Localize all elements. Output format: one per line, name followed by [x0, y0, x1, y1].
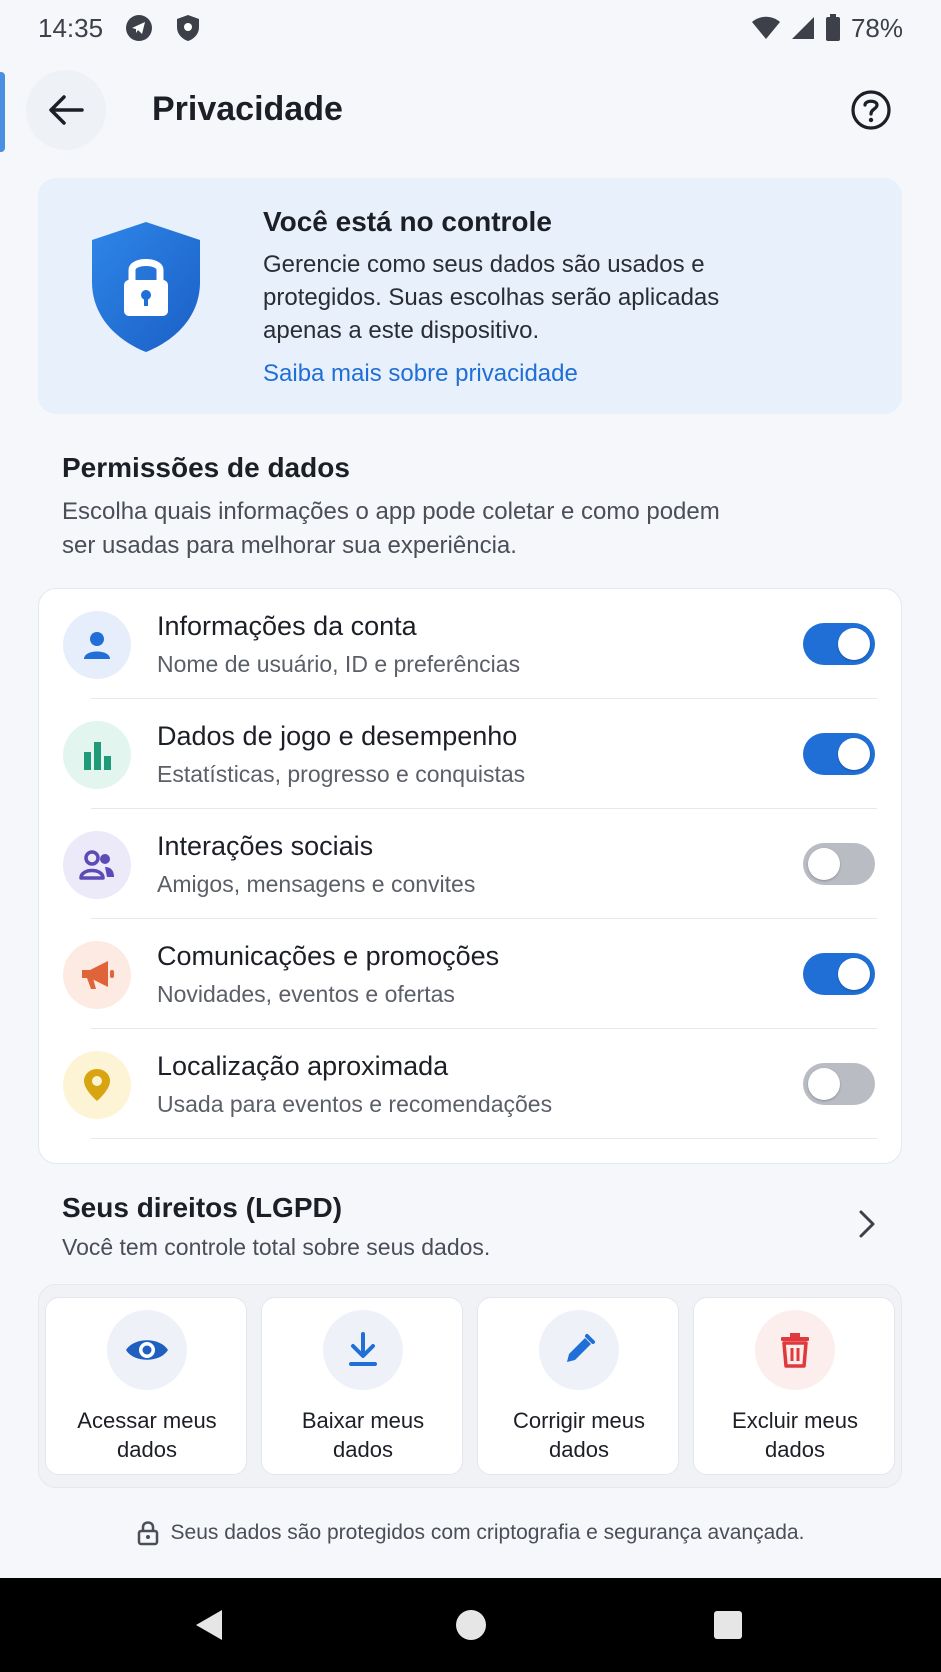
privacy-hero-card: Você está no controle Gerencie como seus… — [38, 178, 902, 414]
shield-icon — [175, 14, 201, 42]
security-note-text: Seus dados são protegidos com criptograf… — [170, 1521, 805, 1544]
app-bar: Privacidade — [0, 62, 941, 158]
social-toggle[interactable] — [803, 843, 875, 885]
status-bar: 14:35 78% — [0, 0, 941, 56]
shield-lock-icon — [92, 222, 200, 352]
access-data-button[interactable]: Acessar meus dados — [45, 1297, 247, 1475]
status-time: 14:35 — [38, 12, 104, 43]
rights-actions: Acessar meus dados Baixar meus dados Cor… — [38, 1284, 902, 1488]
permission-row-communications[interactable]: Comunicações e promoções Novidades, even… — [39, 919, 903, 1029]
action-label: Excluir meus dados — [732, 1408, 858, 1462]
nav-back-icon[interactable] — [194, 1608, 224, 1642]
page-title: Privacidade — [152, 90, 343, 128]
security-note: Seus dados são protegidos com criptograf… — [0, 1520, 941, 1546]
action-label: Acessar meus dados — [77, 1408, 217, 1462]
permission-title: Comunicações e promoções — [157, 941, 500, 971]
permission-row-location[interactable]: Localização aproximada Usada para evento… — [39, 1029, 903, 1139]
eye-icon — [107, 1310, 187, 1390]
account-toggle[interactable] — [803, 623, 875, 665]
permission-subtitle: Novidades, eventos e ofertas — [157, 981, 455, 1007]
action-label: Corrigir meus dados — [512, 1408, 646, 1462]
system-nav-bar — [0, 1578, 941, 1672]
hero-title: Você está no controle — [263, 206, 552, 237]
permission-subtitle: Usada para eventos e recomendações — [157, 1091, 553, 1117]
learn-more-link[interactable]: Saiba mais sobre privacidade — [263, 360, 578, 388]
help-icon — [851, 90, 891, 130]
edge-handle[interactable] — [0, 72, 5, 152]
megaphone-icon — [63, 941, 131, 1009]
permission-title: Dados de jogo e desempenho — [157, 721, 518, 751]
battery-percent: 78% — [850, 12, 903, 43]
permission-subtitle: Nome de usuário, ID e preferências — [157, 651, 521, 677]
signal-icon — [791, 16, 815, 40]
wifi-icon — [751, 16, 781, 40]
permission-title: Interações sociais — [157, 831, 374, 861]
action-label: Baixar meus dados — [301, 1408, 425, 1462]
pencil-icon — [539, 1310, 619, 1390]
telegram-icon — [125, 14, 153, 42]
chevron-right-icon — [859, 1210, 875, 1238]
hero-description: Gerencie como seus dados são usados e pr… — [263, 251, 720, 344]
permission-row-game-data[interactable]: Dados de jogo e desempenho Estatísticas,… — [39, 699, 903, 809]
correct-data-button[interactable]: Corrigir meus dados — [477, 1297, 679, 1475]
user-icon — [63, 611, 131, 679]
location-toggle[interactable] — [803, 1063, 875, 1105]
permission-subtitle: Amigos, mensagens e convites — [157, 871, 476, 897]
rights-title: Seus direitos (LGPD) — [62, 1192, 343, 1223]
permissions-description: Escolha quais informações o app pode col… — [62, 498, 720, 559]
nav-recents-icon[interactable] — [713, 1608, 743, 1642]
delete-data-button[interactable]: Excluir meus dados — [693, 1297, 895, 1475]
lgpd-rights-row[interactable]: Seus direitos (LGPD) Você tem controle t… — [38, 1176, 902, 1276]
permissions-list: Informações da conta Nome de usuário, ID… — [38, 588, 902, 1164]
download-icon — [323, 1310, 403, 1390]
permission-row-social[interactable]: Interações sociais Amigos, mensagens e c… — [39, 809, 903, 919]
bar-chart-icon — [63, 721, 131, 789]
communications-toggle[interactable] — [803, 953, 875, 995]
help-button[interactable] — [845, 84, 897, 136]
lock-icon — [137, 1521, 158, 1546]
battery-icon — [825, 14, 841, 42]
permissions-title: Permissões de dados — [62, 452, 350, 483]
back-button[interactable] — [26, 70, 106, 150]
permission-subtitle: Estatísticas, progresso e conquistas — [157, 761, 526, 787]
game-data-toggle[interactable] — [803, 733, 875, 775]
permission-row-account[interactable]: Informações da conta Nome de usuário, ID… — [39, 589, 903, 699]
trash-icon — [755, 1310, 835, 1390]
arrow-left-icon — [49, 95, 84, 125]
location-pin-icon — [63, 1051, 131, 1119]
permission-title: Localização aproximada — [157, 1051, 449, 1081]
people-icon — [63, 831, 131, 899]
rights-subtitle: Você tem controle total sobre seus dados… — [62, 1234, 491, 1260]
download-data-button[interactable]: Baixar meus dados — [261, 1297, 463, 1475]
nav-home-icon[interactable] — [455, 1608, 487, 1642]
permission-title: Informações da conta — [157, 611, 417, 641]
